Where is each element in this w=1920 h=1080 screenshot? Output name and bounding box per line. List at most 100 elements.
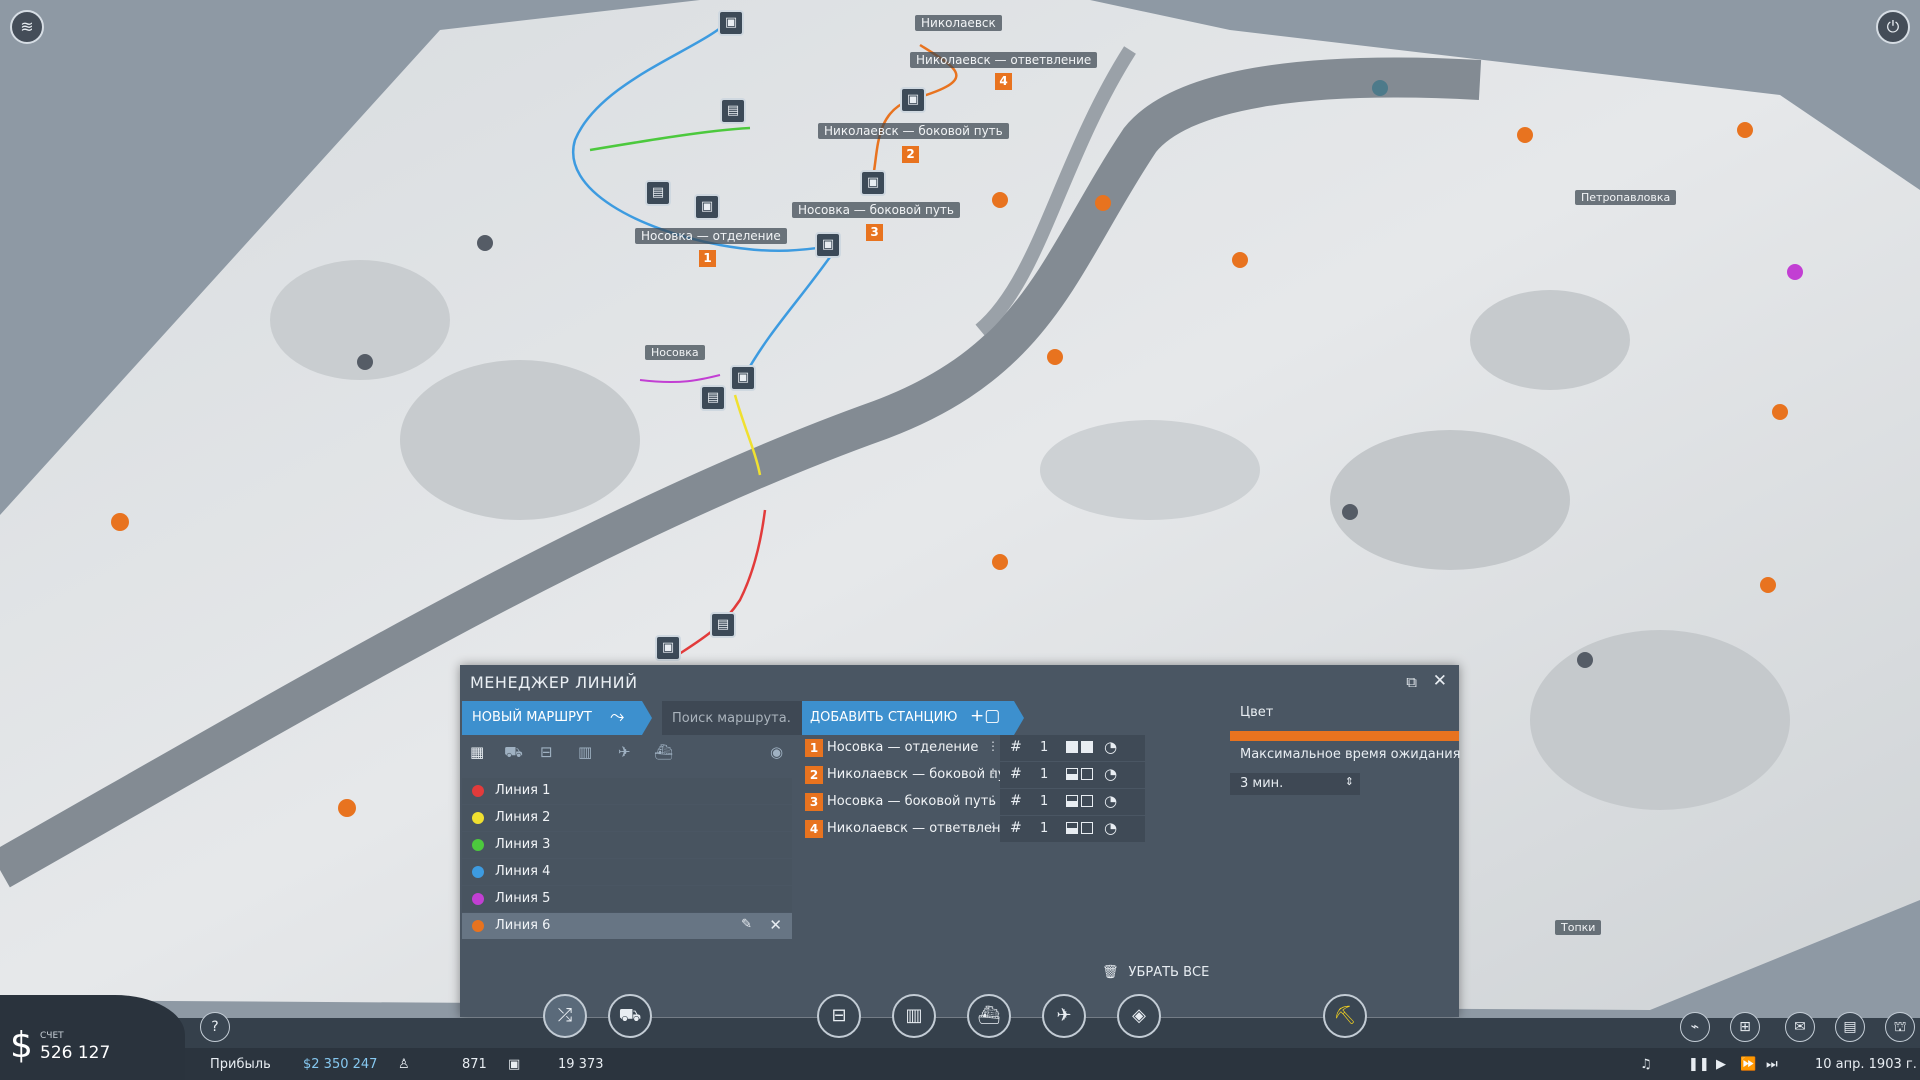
route-search-input[interactable] (662, 701, 802, 735)
station-pin-icon[interactable]: ▣ (860, 170, 886, 196)
station-pin-icon[interactable]: ▤ (710, 612, 736, 638)
load-mode-right-icon[interactable] (1081, 741, 1093, 753)
station-pin-icon[interactable]: ▣ (815, 232, 841, 258)
load-mode-left-icon[interactable] (1066, 741, 1078, 753)
visibility-eye-icon[interactable]: ◉ (770, 743, 783, 761)
station-pin-icon[interactable]: ▣ (655, 635, 681, 661)
messages-icon[interactable]: ✉ (1785, 1012, 1815, 1042)
track-grid-icon[interactable]: # (1010, 739, 1022, 755)
population-value: 871 (462, 1057, 487, 1072)
line-color-picker[interactable] (1230, 731, 1459, 741)
air-icon[interactable]: ✈ (1042, 994, 1086, 1038)
track-grid-icon[interactable]: # (1010, 820, 1022, 836)
timer-icon[interactable]: ◔ (1104, 738, 1117, 756)
close-icon[interactable]: ✕ (1433, 671, 1447, 691)
track-grid-icon[interactable]: # (1010, 766, 1022, 782)
load-mode-right-icon[interactable] (1081, 822, 1093, 834)
status-strip (0, 1048, 1920, 1080)
map-label-nosovka-siding[interactable]: Носовка — боковой путь (792, 202, 960, 218)
map-label-nosovka-depot[interactable]: Носовка — отделение (635, 228, 787, 244)
line-row-2[interactable]: Линия 2 (462, 805, 792, 831)
station-pin-icon[interactable]: ▤ (700, 385, 726, 411)
fastest-icon[interactable]: ⏭ (1766, 1057, 1778, 1072)
music-icon[interactable]: ♫ (1640, 1057, 1652, 1072)
layers-icon[interactable]: ≋ (10, 10, 44, 44)
finance-chart-icon[interactable]: ⌁ (1680, 1012, 1710, 1042)
account-value: 526 127 (40, 1043, 111, 1063)
station-row[interactable]: 3 Носовка — боковой путь ⋮ # 1 ◔ (805, 789, 1195, 815)
map-station-number[interactable]: 3 (866, 224, 883, 241)
max-wait-select[interactable]: 3 мин. ⇕ (1230, 773, 1360, 795)
add-station-button[interactable]: ДОБАВИТЬ СТАНЦИЮ +▢ (802, 701, 1024, 735)
line-row-3[interactable]: Линия 3 (462, 832, 792, 858)
map-station-number[interactable]: 2 (902, 146, 919, 163)
station-pin-icon[interactable]: ▣ (900, 87, 926, 113)
power-icon[interactable]: ⏻ (1876, 10, 1910, 44)
drag-handle-icon[interactable]: ⋮ (987, 739, 999, 753)
vehicle-manager-icon[interactable]: ⛟ (608, 994, 652, 1038)
help-icon[interactable]: ? (200, 1012, 230, 1042)
track-grid-icon[interactable]: # (1010, 793, 1022, 809)
rail-icon[interactable]: ▥ (892, 994, 936, 1038)
map-label-nikolaevsk-branch[interactable]: Николаевск — ответвление (910, 52, 1098, 68)
filter-all-icon[interactable]: ▦ (470, 743, 484, 761)
town-marker (1372, 80, 1388, 96)
drag-handle-icon[interactable]: ⋮ (987, 766, 999, 780)
line-manager-window: МЕНЕДЖЕР ЛИНИЙ ⧉ ✕ НОВЫЙ МАРШРУТ ⤳ ДОБАВ… (460, 665, 1460, 1017)
terrain-icon[interactable]: ◈ (1117, 994, 1161, 1038)
load-mode-left-icon[interactable] (1066, 822, 1078, 834)
filter-air-icon[interactable]: ✈ (618, 743, 631, 761)
filter-ship-icon[interactable]: ⛴ (654, 743, 673, 761)
station-pin-icon[interactable]: ▣ (730, 365, 756, 391)
map-label-nikolaevsk-siding[interactable]: Николаевск — боковой путь (818, 123, 1009, 139)
load-mode-right-icon[interactable] (1081, 768, 1093, 780)
filter-rail-icon[interactable]: ▥ (578, 743, 592, 761)
game-date: 10 апр. 1903 г. (1815, 1057, 1917, 1072)
map-station-number[interactable]: 1 (699, 250, 716, 267)
station-row[interactable]: 4 Николаевск — ответвление ⋮ # 1 ◔ (805, 816, 1195, 842)
timer-icon[interactable]: ◔ (1104, 765, 1117, 783)
map-label-petropavlovka[interactable]: Петропавловка (1575, 190, 1677, 205)
line-row-1[interactable]: Линия 1 (462, 778, 792, 804)
drag-handle-icon[interactable]: ⋮ (987, 793, 999, 807)
play-icon[interactable]: ▶ (1716, 1057, 1726, 1072)
ship-icon[interactable]: ⛴ (967, 994, 1011, 1038)
line-row-5[interactable]: Линия 5 (462, 886, 792, 912)
delete-x-icon[interactable]: ✕ (769, 916, 782, 934)
station-pin-icon[interactable]: ▣ (694, 194, 720, 220)
remove-all-button[interactable]: 🗑 УБРАТЬ ВСЕ (1102, 965, 1209, 980)
map-station-number[interactable]: 4 (995, 73, 1012, 90)
pause-icon[interactable]: ❚❚ (1688, 1057, 1710, 1072)
timer-icon[interactable]: ◔ (1104, 792, 1117, 810)
road-icon[interactable]: ⊟ (817, 994, 861, 1038)
line-row-4[interactable]: Линия 4 (462, 859, 792, 885)
load-mode-left-icon[interactable] (1066, 768, 1078, 780)
load-mode-left-icon[interactable] (1066, 795, 1078, 807)
load-mode-right-icon[interactable] (1081, 795, 1093, 807)
station-row[interactable]: 1 Носовка — отделение ⋮ # 1 ◔ (805, 735, 1195, 761)
new-route-button[interactable]: НОВЫЙ МАРШРУТ ⤳ (462, 701, 652, 735)
industries-icon[interactable]: ⛫ (1885, 1012, 1915, 1042)
timer-icon[interactable]: ◔ (1104, 819, 1117, 837)
edit-pencil-icon[interactable]: ✎ (741, 917, 752, 932)
station-row[interactable]: 2 Николаевск — боковой путь ⋮ # 1 ◔ (805, 762, 1195, 788)
lines-icon[interactable]: ⤮ (543, 994, 587, 1038)
station-pin-icon[interactable]: ▣ (718, 10, 744, 36)
color-label: Цвет (1240, 705, 1274, 720)
filter-road-icon[interactable]: ⛟ (504, 743, 523, 763)
vehicles-list-icon[interactable]: ⊞ (1730, 1012, 1760, 1042)
bulldozer-icon[interactable]: ⛏ (1323, 994, 1367, 1038)
drag-handle-icon[interactable]: ⋮ (987, 820, 999, 834)
cities-icon[interactable]: ▤ (1835, 1012, 1865, 1042)
station-pin-icon[interactable]: ▤ (645, 180, 671, 206)
station-pin-icon[interactable]: ▤ (720, 98, 746, 124)
map-label-topki[interactable]: Топки (1555, 920, 1602, 935)
line-row-6[interactable]: Линия 6 ✎ ✕ (462, 913, 792, 939)
station-list: 1 Носовка — отделение ⋮ # 1 ◔ 2 Николаев… (805, 735, 1195, 843)
line-color-dot (472, 893, 484, 905)
map-label-nikolaevsk[interactable]: Николаевск (915, 15, 1002, 31)
popout-icon[interactable]: ⧉ (1406, 673, 1417, 691)
fast-forward-icon[interactable]: ⏩ (1740, 1057, 1756, 1072)
filter-tram-icon[interactable]: ⊟ (540, 743, 553, 761)
map-label-nosovka[interactable]: Носовка (645, 345, 705, 360)
